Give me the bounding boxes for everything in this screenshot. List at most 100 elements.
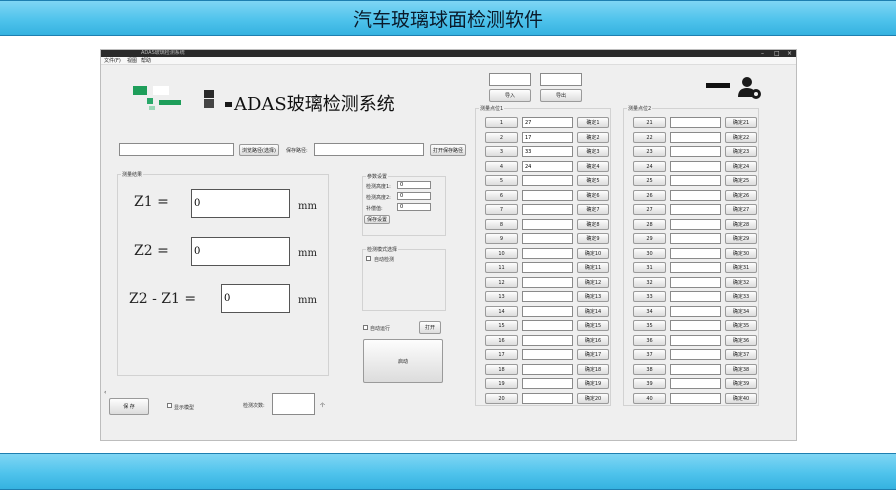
left-point-value-input[interactable]: 24 [522,161,573,172]
left-point-confirm-button[interactable]: 确定11 [577,262,609,273]
left-point-confirm-button[interactable]: 确定17 [577,349,609,360]
left-point-index-button[interactable]: 1 [485,117,518,128]
left-point-index-button[interactable]: 5 [485,175,518,186]
left-point-confirm-button[interactable]: 确定18 [577,364,609,375]
left-point-index-button[interactable]: 12 [485,277,518,288]
save-path-input[interactable] [314,143,424,156]
save-button[interactable]: 保 存 [109,398,149,415]
right-point-value-input[interactable] [670,277,721,288]
right-point-value-input[interactable] [670,364,721,375]
left-point-confirm-button[interactable]: 确定3 [577,146,609,157]
right-point-confirm-button[interactable]: 确定26 [725,190,757,201]
right-point-value-input[interactable] [670,335,721,346]
save-params-button[interactable]: 保存设置 [364,215,390,224]
right-point-value-input[interactable] [670,132,721,143]
right-point-value-input[interactable] [670,204,721,215]
left-point-index-button[interactable]: 9 [485,233,518,244]
left-point-value-input[interactable] [522,306,573,317]
left-point-index-button[interactable]: 17 [485,349,518,360]
left-point-value-input[interactable] [522,262,573,273]
left-point-confirm-button[interactable]: 确定19 [577,378,609,389]
left-point-value-input[interactable]: 33 [522,146,573,157]
left-point-value-input[interactable] [522,277,573,288]
right-point-confirm-button[interactable]: 确定27 [725,204,757,215]
left-point-confirm-button[interactable]: 确定8 [577,219,609,230]
left-point-index-button[interactable]: 20 [485,393,518,404]
right-point-index-button[interactable]: 31 [633,262,666,273]
left-point-value-input[interactable] [522,190,573,201]
left-point-confirm-button[interactable]: 确定12 [577,277,609,288]
left-point-index-button[interactable]: 19 [485,378,518,389]
left-point-index-button[interactable]: 13 [485,291,518,302]
left-point-index-button[interactable]: 11 [485,262,518,273]
right-point-index-button[interactable]: 27 [633,204,666,215]
left-point-confirm-button[interactable]: 确定20 [577,393,609,404]
right-point-confirm-button[interactable]: 确定22 [725,132,757,143]
left-point-index-button[interactable]: 7 [485,204,518,215]
right-point-index-button[interactable]: 38 [633,364,666,375]
menu-help[interactable]: 帮助 [141,57,151,65]
show-model-checkbox[interactable] [167,403,172,408]
right-point-confirm-button[interactable]: 确定21 [725,117,757,128]
left-point-index-button[interactable]: 8 [485,219,518,230]
browse-path-button[interactable]: 浏览路径(选择) [239,144,279,156]
right-point-confirm-button[interactable]: 确定37 [725,349,757,360]
right-point-index-button[interactable]: 37 [633,349,666,360]
left-point-value-input[interactable] [522,393,573,404]
right-point-value-input[interactable] [670,161,721,172]
count-input[interactable] [272,393,315,415]
right-point-index-button[interactable]: 36 [633,335,666,346]
right-point-value-input[interactable] [670,175,721,186]
left-point-value-input[interactable]: 17 [522,132,573,143]
right-point-confirm-button[interactable]: 确定32 [725,277,757,288]
right-point-confirm-button[interactable]: 确定40 [725,393,757,404]
left-point-index-button[interactable]: 16 [485,335,518,346]
param-input-3[interactable]: 0 [397,203,431,211]
right-point-index-button[interactable]: 25 [633,175,666,186]
right-point-value-input[interactable] [670,190,721,201]
left-point-index-button[interactable]: 15 [485,320,518,331]
left-point-confirm-button[interactable]: 确定15 [577,320,609,331]
right-point-value-input[interactable] [670,306,721,317]
right-point-index-button[interactable]: 21 [633,117,666,128]
right-point-index-button[interactable]: 28 [633,219,666,230]
right-point-index-button[interactable]: 26 [633,190,666,201]
left-point-confirm-button[interactable]: 确定7 [577,204,609,215]
left-point-confirm-button[interactable]: 确定6 [577,190,609,201]
right-point-index-button[interactable]: 29 [633,233,666,244]
left-point-value-input[interactable] [522,248,573,259]
left-point-value-input[interactable] [522,175,573,186]
minimize-icon[interactable]: – [761,50,764,57]
user-settings-icon[interactable] [737,75,763,101]
import-button[interactable]: 导入 [489,89,531,102]
right-point-index-button[interactable]: 22 [633,132,666,143]
right-point-value-input[interactable] [670,378,721,389]
left-point-confirm-button[interactable]: 确定13 [577,291,609,302]
right-point-value-input[interactable] [670,117,721,128]
top-input-2[interactable] [540,73,582,86]
left-point-confirm-button[interactable]: 确定2 [577,132,609,143]
right-point-confirm-button[interactable]: 确定29 [725,233,757,244]
left-point-index-button[interactable]: 10 [485,248,518,259]
left-point-confirm-button[interactable]: 确定16 [577,335,609,346]
right-point-index-button[interactable]: 23 [633,146,666,157]
right-point-index-button[interactable]: 34 [633,306,666,317]
left-point-value-input[interactable] [522,291,573,302]
right-point-value-input[interactable] [670,291,721,302]
right-point-value-input[interactable] [670,349,721,360]
right-point-confirm-button[interactable]: 确定38 [725,364,757,375]
menu-view[interactable]: 视图 [127,57,137,65]
left-point-confirm-button[interactable]: 确定9 [577,233,609,244]
right-point-confirm-button[interactable]: 确定28 [725,219,757,230]
left-point-confirm-button[interactable]: 确定4 [577,161,609,172]
right-point-value-input[interactable] [670,320,721,331]
right-point-confirm-button[interactable]: 确定39 [725,378,757,389]
right-point-confirm-button[interactable]: 确定36 [725,335,757,346]
left-point-value-input[interactable]: 27 [522,117,573,128]
right-point-index-button[interactable]: 40 [633,393,666,404]
left-point-value-input[interactable] [522,335,573,346]
left-point-index-button[interactable]: 4 [485,161,518,172]
right-point-value-input[interactable] [670,262,721,273]
right-point-value-input[interactable] [670,248,721,259]
param-input-1[interactable]: 0 [397,181,431,189]
